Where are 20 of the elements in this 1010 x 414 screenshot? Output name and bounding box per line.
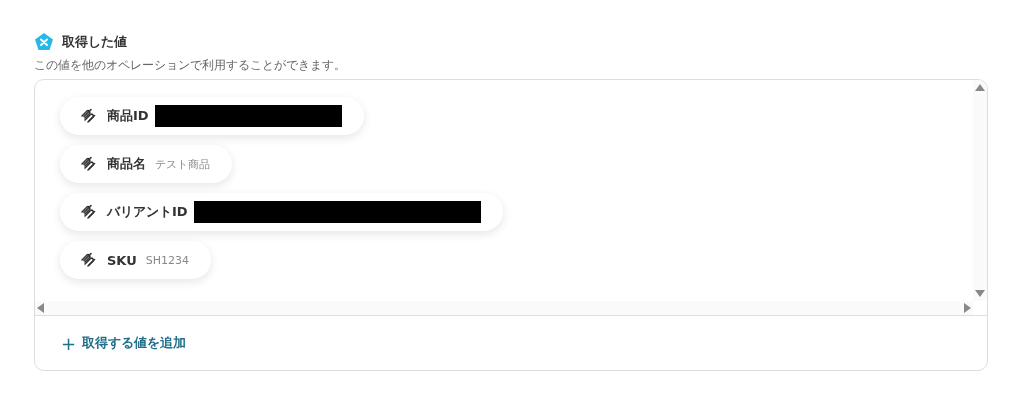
section-title: 取得した値: [62, 33, 127, 51]
vertical-scrollbar[interactable]: [973, 80, 987, 301]
value-chip[interactable]: 商品名 テスト商品: [60, 145, 232, 183]
squiggle-icon: [80, 156, 96, 172]
squiggle-icon: [80, 108, 96, 124]
value-chip[interactable]: 商品ID: [60, 97, 364, 135]
pentagon-x-icon: [34, 32, 54, 52]
field-label: バリアントID: [107, 203, 188, 221]
value-chip[interactable]: バリアントID: [60, 193, 503, 231]
add-value-button[interactable]: + 取得する値を追加: [61, 332, 187, 354]
field-value: テスト商品: [155, 156, 210, 172]
value-chip[interactable]: SKU SH1234: [60, 241, 211, 279]
field-value: SH1234: [145, 253, 189, 267]
horizontal-scrollbar[interactable]: [35, 301, 973, 315]
section-description: この値を他のオペレーションで利用することができます。: [34, 57, 347, 74]
field-label: SKU: [107, 252, 137, 268]
squiggle-icon: [80, 252, 96, 268]
field-label: 商品ID: [107, 107, 149, 125]
field-label: 商品名: [107, 155, 146, 173]
squiggle-icon: [80, 204, 96, 220]
